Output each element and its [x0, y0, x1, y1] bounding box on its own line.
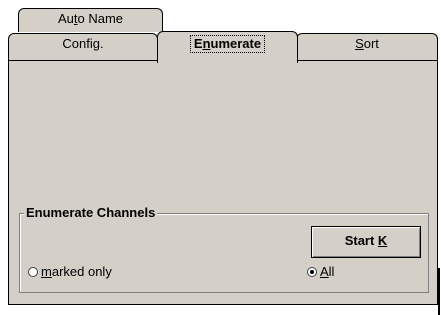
radio-unselected-icon [28, 266, 38, 277]
window-edge [438, 268, 440, 315]
tab-auto-name-label: Auto Name [57, 11, 124, 26]
start-button[interactable]: Start K [311, 226, 421, 258]
radio-dot-icon [310, 269, 314, 274]
tab-config[interactable]: Config. [8, 33, 158, 61]
radio-all[interactable]: All [307, 264, 334, 279]
tab-enumerate[interactable]: Enumerate [157, 31, 298, 63]
enumerate-channels-group: Enumerate Channels Start K marked only A… [19, 205, 429, 293]
radio-marked-only-label: marked only [41, 264, 112, 279]
tab-sort-label: Sort [355, 36, 379, 51]
radio-marked-only[interactable]: marked only [28, 264, 112, 279]
tab-sort[interactable]: Sort [296, 33, 438, 61]
tab-config-label: Config. [62, 36, 104, 51]
tab-auto-name[interactable]: Auto Name [18, 8, 163, 32]
enumerate-panel: Enumerate Channels Start K marked only A… [8, 60, 438, 305]
tab-enumerate-label: Enumerate [189, 35, 266, 53]
radio-selected-icon [307, 266, 317, 277]
radio-all-label: All [320, 264, 335, 279]
group-title: Enumerate Channels [24, 205, 158, 220]
